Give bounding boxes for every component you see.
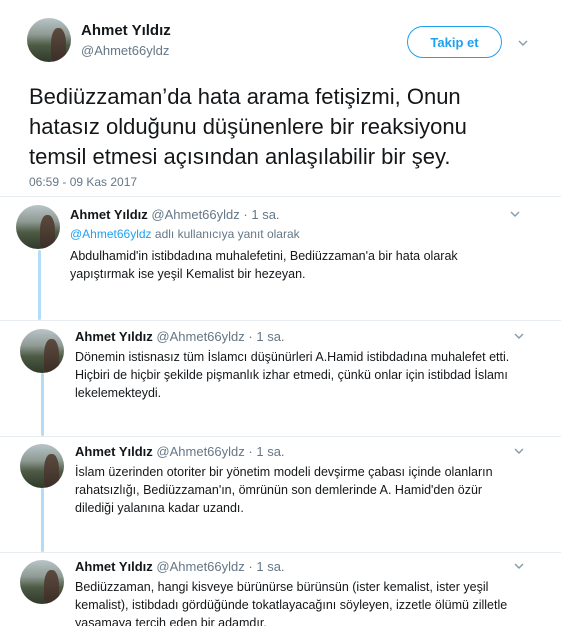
reply-author-name[interactable]: Ahmet Yıldız	[75, 329, 153, 344]
main-tweet-text: Bediüzzaman’da hata arama fetişizmi, Onu…	[29, 84, 467, 169]
thread-line	[41, 488, 44, 552]
reply-header: Ahmet Yıldız @Ahmet66yldz · 1 sa.	[70, 207, 280, 222]
separator-dot: ·	[248, 559, 253, 574]
thread-line	[41, 373, 44, 436]
reply-text: Abdulhamid'in istibdadına muhalefetini, …	[70, 249, 458, 281]
reply-time[interactable]: 1 sa.	[256, 329, 284, 344]
reply-to-suffix: adlı kullanıcıya yanıt olarak	[151, 227, 300, 241]
separator-dot: ·	[248, 444, 253, 459]
reply-author-handle[interactable]: @Ahmet66yldz	[151, 207, 239, 222]
main-author-handle[interactable]: @Ahmet66yldz	[81, 43, 169, 58]
separator-dot: ·	[243, 207, 248, 222]
chevron-down-icon[interactable]	[514, 561, 524, 571]
reply-to-line: @Ahmet66yldz adlı kullanıcıya yanıt olar…	[70, 227, 300, 241]
chevron-down-icon[interactable]	[510, 209, 520, 219]
reply-avatar[interactable]	[16, 205, 60, 249]
chevron-down-icon[interactable]	[514, 446, 524, 456]
divider	[0, 552, 561, 553]
reply-author-handle[interactable]: @Ahmet66yldz	[156, 329, 244, 344]
divider	[0, 320, 561, 321]
reply-time[interactable]: 1 sa.	[256, 559, 284, 574]
follow-button[interactable]: Takip et	[407, 26, 502, 58]
reply-author-name[interactable]: Ahmet Yıldız	[70, 207, 148, 222]
divider	[0, 196, 561, 197]
reply-author-name[interactable]: Ahmet Yıldız	[75, 444, 153, 459]
main-tweet-timestamp[interactable]: 06:59 - 09 Kas 2017	[29, 175, 137, 189]
reply-header: Ahmet Yıldız @Ahmet66yldz · 1 sa.	[75, 444, 285, 459]
main-author-name[interactable]: Ahmet Yıldız	[81, 22, 171, 39]
reply-time[interactable]: 1 sa.	[251, 207, 279, 222]
reply-header: Ahmet Yıldız @Ahmet66yldz · 1 sa.	[75, 329, 285, 344]
reply-avatar[interactable]	[20, 329, 64, 373]
reply-time[interactable]: 1 sa.	[256, 444, 284, 459]
reply-header: Ahmet Yıldız @Ahmet66yldz · 1 sa.	[75, 559, 285, 574]
main-author-avatar[interactable]	[27, 18, 71, 62]
reply-author-handle[interactable]: @Ahmet66yldz	[156, 559, 244, 574]
reply-text: İslam üzerinden otoriter bir yönetim mod…	[75, 465, 493, 515]
reply-text: Dönemin istisnasız tüm İslamcı düşünürle…	[75, 350, 510, 400]
reply-author-handle[interactable]: @Ahmet66yldz	[156, 444, 244, 459]
chevron-down-icon[interactable]	[514, 331, 524, 341]
reply-text: Bediüzzaman, hangi kisveye bürünürse bür…	[75, 580, 508, 626]
reply-avatar[interactable]	[20, 560, 64, 604]
reply-to-mention[interactable]: @Ahmet66yldz	[70, 227, 152, 241]
thread-line	[38, 250, 41, 320]
chevron-down-icon[interactable]	[518, 38, 528, 48]
reply-author-name[interactable]: Ahmet Yıldız	[75, 559, 153, 574]
separator-dot: ·	[248, 329, 253, 344]
reply-avatar[interactable]	[20, 444, 64, 488]
divider	[0, 436, 561, 437]
